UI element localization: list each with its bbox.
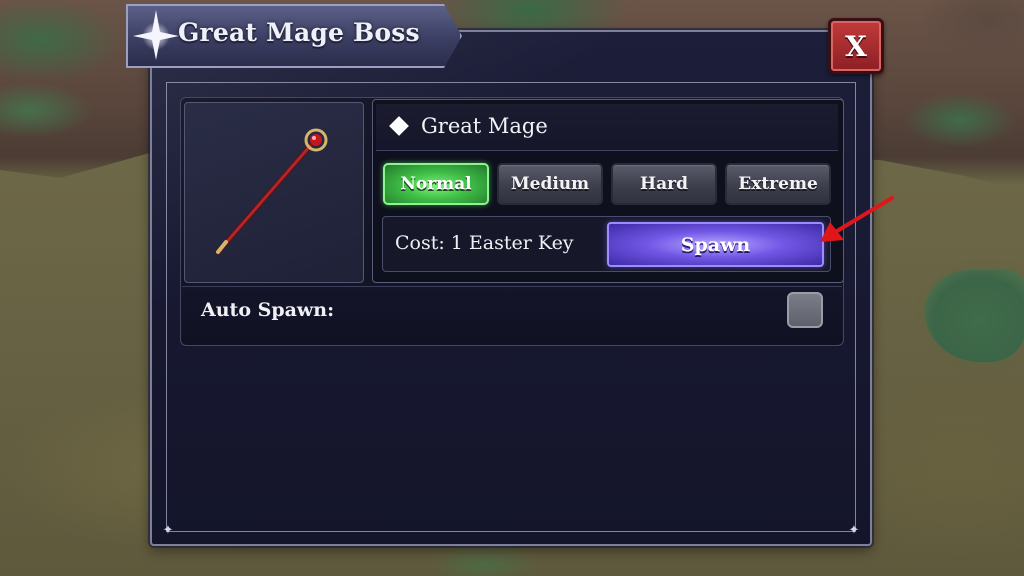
difficulty-medium-button[interactable]: Medium [497, 163, 603, 205]
window-title: Great Mage Boss [178, 18, 420, 47]
boss-name: Great Mage [421, 114, 548, 138]
auto-spawn-checkbox[interactable] [787, 292, 823, 328]
close-button[interactable]: X [828, 18, 884, 74]
corner-ornament-icon: ✦ [848, 523, 860, 538]
annotation-arrow-icon [820, 196, 894, 242]
difficulty-normal-button[interactable]: Normal [383, 163, 489, 205]
game-scene: ✦ ✦ Great Mage Boss X Great Mage Normal … [0, 0, 1024, 576]
sparkle-star-icon [133, 10, 179, 60]
corner-ornament-icon: ✦ [162, 523, 174, 538]
difficulty-hard-button[interactable]: Hard [611, 163, 717, 205]
spawn-cost-label: Cost: 1 Easter Key [395, 232, 574, 254]
spawn-button[interactable]: Spawn [607, 222, 824, 267]
mage-staff-icon [215, 128, 328, 255]
auto-spawn-label: Auto Spawn: [201, 299, 335, 321]
